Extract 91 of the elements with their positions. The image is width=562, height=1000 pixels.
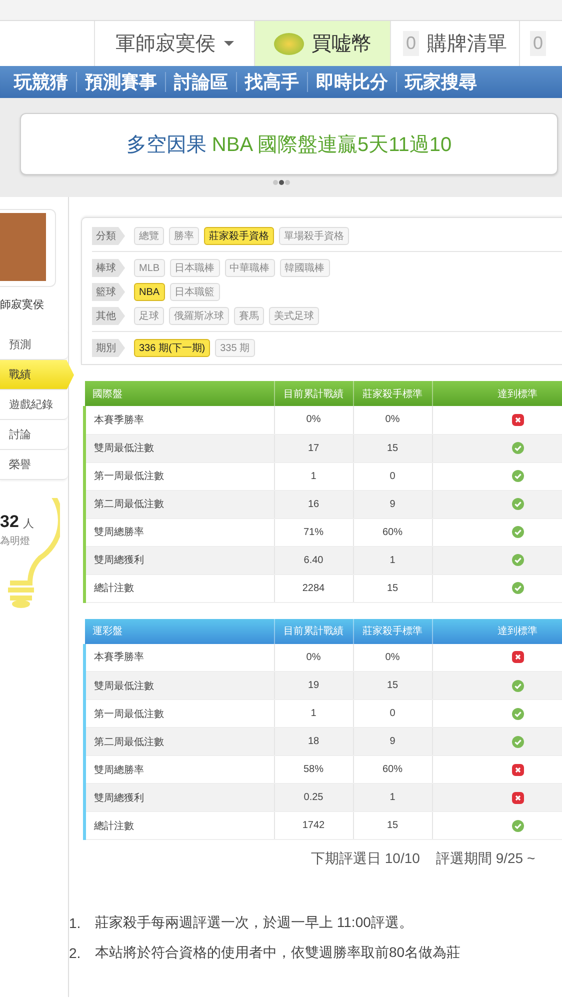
nav-link[interactable]: 玩家搜尋: [397, 70, 485, 94]
sidebar-item[interactable]: 預測: [0, 330, 68, 360]
column-header: 莊家殺手標準: [353, 618, 432, 644]
count-caption: 為明燈: [0, 535, 31, 548]
column-header: 達到標準: [432, 618, 562, 644]
column-header: 目前累計戰績: [274, 381, 353, 406]
table-cell: 雙周最低注數: [84, 672, 274, 700]
caret-icon: [224, 41, 234, 46]
table-cell: 1742: [274, 812, 353, 840]
filter-label: 籃球: [92, 283, 125, 301]
filter-chip[interactable]: 賽馬: [234, 307, 264, 325]
table-cell: 總計注數: [84, 812, 274, 840]
table-cell: 1: [353, 784, 432, 812]
filter-chip[interactable]: 俄羅斯冰球: [169, 307, 229, 325]
filter-chip[interactable]: 總覽: [134, 227, 164, 245]
table-cell: 71%: [274, 518, 353, 546]
column-header: 目前累計戰績: [274, 618, 353, 644]
carousel-dot[interactable]: [278, 180, 284, 185]
review-period: 評選期間 9/25 ~: [436, 850, 536, 868]
table-cell: 雙周總獲利: [84, 784, 274, 812]
carousel-dot[interactable]: [284, 180, 290, 185]
table-cell: 60%: [353, 518, 432, 546]
table-cell: 15: [353, 434, 432, 462]
sidebar-item[interactable]: 遊戲紀錄: [0, 390, 68, 420]
table-cell: 17: [274, 434, 353, 462]
table-cell: 15: [353, 574, 432, 602]
table-cell: 0.25: [274, 784, 353, 812]
cart-count: 0: [403, 31, 420, 56]
table-cell: 6.40: [274, 546, 353, 574]
table-cell: 雙周最低注數: [84, 434, 274, 462]
nav-link[interactable]: 預測賽事: [77, 70, 165, 94]
table-cell: 15: [353, 812, 432, 840]
column-header: 莊家殺手標準: [353, 381, 432, 406]
nav-link[interactable]: 找高手: [237, 70, 307, 94]
filter-chip[interactable]: 日本職籃: [170, 283, 220, 301]
filter-chip[interactable]: 單場殺手資格: [279, 227, 349, 245]
filter-label: 其他: [92, 307, 125, 325]
filter-chip[interactable]: 336 期(下一期): [134, 339, 210, 357]
filter-chip[interactable]: MLB: [134, 259, 165, 277]
rule-text: 莊家殺手每兩週評選一次，於週一早上 11:00評選。: [95, 914, 413, 932]
filter-label: 分類: [92, 227, 125, 245]
column-header: 達到標準: [432, 381, 562, 406]
sidebar-item[interactable]: 討論: [0, 420, 68, 450]
filter-chip[interactable]: 韓國職棒: [280, 259, 330, 277]
table-cell: 18: [274, 728, 353, 756]
rule-text: 本站將於符合資格的使用者中，依雙週勝率取前80名做為莊: [95, 944, 461, 962]
table-cell: 第二周最低注數: [84, 490, 274, 518]
filter-label: 期別: [92, 339, 125, 357]
table-cell: 0%: [274, 406, 353, 434]
filter-chip[interactable]: 美式足球: [269, 307, 319, 325]
item-count: 0: [530, 31, 546, 56]
nav-link[interactable]: 玩競猜: [6, 70, 76, 94]
user-name: 師寂寞侯: [0, 298, 45, 312]
table-cell: 9: [353, 728, 432, 756]
filter-chip[interactable]: 勝率: [169, 227, 199, 245]
cart-link[interactable]: 購牌清單: [427, 30, 508, 57]
table-cell: 0%: [353, 406, 432, 434]
filter-chip[interactable]: 莊家殺手資格: [204, 227, 274, 245]
column-header: 運彩盤: [84, 618, 274, 644]
list-number: 2.: [69, 945, 82, 961]
filter-chip[interactable]: 中華職棒: [224, 259, 275, 277]
sidebar-item[interactable]: 榮譽: [0, 450, 68, 480]
next-review-date: 下期評選日 10/10: [311, 850, 420, 868]
nav-link[interactable]: 即時比分: [308, 70, 396, 94]
nav-link[interactable]: 討論區: [166, 70, 236, 94]
table-cell: 16: [274, 490, 353, 518]
coin-icon: [274, 32, 304, 54]
table-cell: 2284: [274, 574, 353, 602]
photo-placeholder: [0, 213, 46, 281]
table-cell: 雙周總獲利: [84, 546, 274, 574]
filter-chip[interactable]: 日本職棒: [170, 259, 220, 277]
table-cell: 總計注數: [84, 574, 274, 602]
table-cell: 1: [274, 462, 353, 490]
buy-coins-button[interactable]: 買嘘幣: [254, 21, 390, 66]
table-cell: 19: [274, 672, 353, 700]
filter-chip[interactable]: 足球: [134, 307, 164, 325]
filter-chip[interactable]: 335 期: [215, 339, 255, 357]
filter-label: 棒球: [92, 259, 125, 277]
banner-headline[interactable]: 多空因果 NBA 國際盤連贏5天11過10: [126, 130, 452, 158]
filter-chip[interactable]: NBA: [134, 283, 165, 301]
count-unit: 人: [22, 518, 34, 530]
table-cell: 9: [353, 490, 432, 518]
follower-count: 32: [0, 512, 19, 531]
column-header: 國際盤: [84, 381, 274, 406]
table-cell: 1: [353, 546, 432, 574]
sidebar-item[interactable]: 戰績: [0, 360, 74, 390]
list-number: 1.: [69, 915, 82, 931]
table-cell: 第二周最低注數: [84, 728, 274, 756]
table-cell: 15: [353, 672, 432, 700]
carousel-dot[interactable]: [272, 180, 278, 185]
table-cell: 0: [353, 462, 432, 490]
